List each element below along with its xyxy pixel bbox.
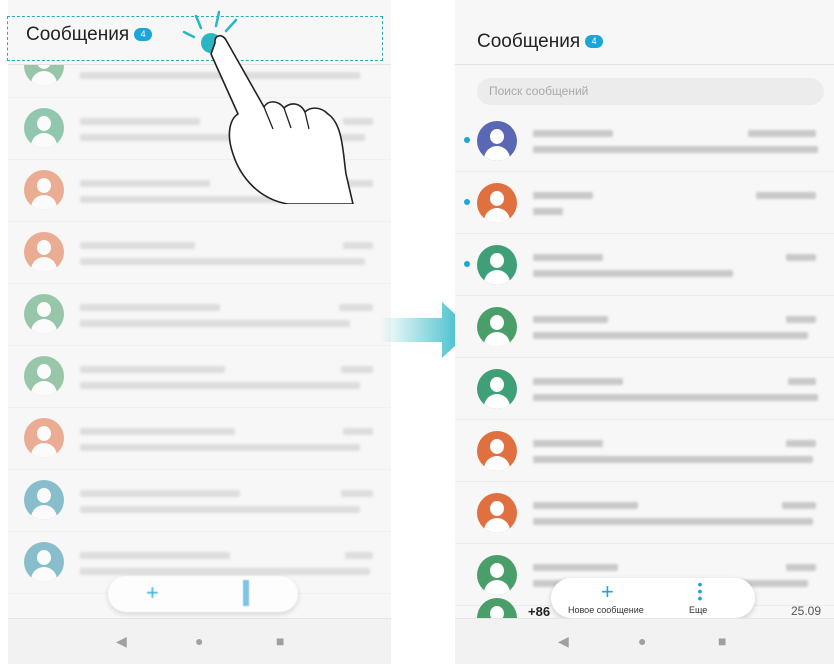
- sender-name: [533, 564, 618, 571]
- conversation-row[interactable]: [455, 234, 834, 296]
- message-date: 25.09: [791, 604, 822, 618]
- title-text: Сообщения: [477, 31, 581, 52]
- back-icon[interactable]: ◀: [558, 633, 569, 650]
- sender-name: +86: [528, 604, 551, 619]
- vertical-dots-icon[interactable]: • • •: [697, 577, 703, 605]
- conversation-row[interactable]: [455, 358, 834, 420]
- message-date: [782, 502, 816, 509]
- message-preview: [533, 208, 563, 215]
- unread-badge: 4: [585, 35, 604, 49]
- avatar[interactable]: [477, 307, 517, 347]
- message-preview: [533, 394, 818, 401]
- avatar[interactable]: [477, 555, 517, 595]
- avatar[interactable]: [477, 183, 517, 223]
- message-date: [788, 378, 816, 385]
- sender-name: [533, 440, 603, 447]
- plus-icon[interactable]: +: [601, 579, 614, 605]
- home-icon[interactable]: ●: [195, 633, 203, 649]
- system-navbar: ◀ ● ■: [8, 618, 391, 664]
- sender-name: [533, 502, 638, 509]
- conversation-row[interactable]: [455, 172, 834, 234]
- sender-name: [533, 316, 608, 323]
- home-icon[interactable]: ●: [638, 633, 646, 649]
- plus-icon[interactable]: +: [146, 580, 159, 606]
- unread-dot: [464, 261, 470, 267]
- unread-dot: [464, 199, 470, 205]
- action-bar[interactable]: +: [108, 576, 298, 612]
- app-header: Сообщения 4: [455, 0, 834, 65]
- message-preview: [533, 146, 818, 153]
- sender-name: [533, 192, 593, 199]
- avatar[interactable]: [477, 431, 517, 471]
- unread-dot: [464, 137, 470, 143]
- message-date: [786, 254, 816, 261]
- recent-icon[interactable]: ■: [276, 633, 284, 649]
- message-date: [756, 192, 816, 199]
- sender-name: [533, 130, 613, 137]
- message-date: [786, 564, 816, 571]
- conversation-row[interactable]: [455, 110, 834, 172]
- message-preview: [533, 270, 733, 277]
- avatar[interactable]: [477, 369, 517, 409]
- back-icon[interactable]: ◀: [116, 633, 127, 650]
- search-input[interactable]: Поиск сообщений: [477, 78, 824, 105]
- message-preview: [533, 456, 813, 463]
- avatar[interactable]: [477, 493, 517, 533]
- message-preview: [533, 518, 813, 525]
- right-phone-screen: Сообщения 4 Поиск сообщений +86 25.09 + Н…: [455, 0, 834, 664]
- message-date: [748, 130, 816, 137]
- message-preview: [533, 332, 808, 339]
- conversation-row[interactable]: [455, 296, 834, 358]
- action-bar: + Новое сообщение • • • Еще: [551, 577, 755, 618]
- sender-name: [533, 254, 603, 261]
- message-date: [786, 316, 816, 323]
- more-icon[interactable]: [243, 580, 249, 606]
- conversation-row[interactable]: [455, 482, 834, 544]
- message-date: [786, 440, 816, 447]
- conversation-row[interactable]: [455, 420, 834, 482]
- system-navbar: ◀ ● ■: [455, 618, 834, 664]
- sender-name: [533, 378, 623, 385]
- page-title: Сообщения 4: [477, 31, 604, 53]
- avatar[interactable]: [477, 245, 517, 285]
- more-button[interactable]: Еще: [689, 605, 707, 615]
- recent-icon[interactable]: ■: [718, 633, 726, 649]
- avatar[interactable]: [477, 121, 517, 161]
- hand-tap-icon: [182, 10, 354, 204]
- new-message-button[interactable]: Новое сообщение: [568, 605, 644, 615]
